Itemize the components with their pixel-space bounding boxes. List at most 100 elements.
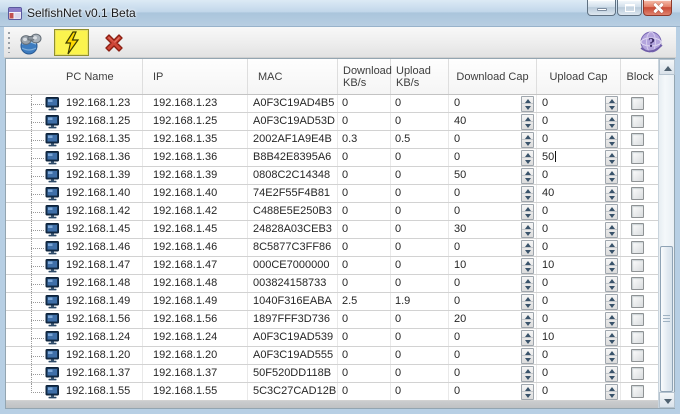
spinner-down-button[interactable] [522,176,533,183]
table-row[interactable]: 192.168.1.47 192.168.1.47 000CE7000000 0… [6,257,659,275]
column-header-download-cap[interactable]: Download Cap [449,59,537,94]
spinner-up-button[interactable] [606,259,617,267]
column-header-ip[interactable]: IP [143,59,248,94]
spinner-up-button[interactable] [606,205,617,213]
spinner-down-button[interactable] [606,158,617,165]
spinner-down-button[interactable] [522,248,533,255]
vertical-scrollbar[interactable] [658,59,674,408]
block-checkbox[interactable] [631,259,644,272]
block-checkbox[interactable] [631,223,644,236]
spinner-up-button[interactable] [606,313,617,321]
start-limiter-button[interactable] [54,29,89,56]
download-cap-input[interactable]: 0 [449,149,521,166]
spinner-up-button[interactable] [606,223,617,231]
spinner-up-button[interactable] [522,187,533,195]
download-cap-input[interactable]: 0 [449,365,521,382]
spinner-up-button[interactable] [522,151,533,159]
download-cap-input[interactable]: 40 [449,113,521,130]
table-row[interactable]: 192.168.1.45 192.168.1.45 24828A03CEB3 0… [6,221,659,239]
table-row[interactable]: 192.168.1.40 192.168.1.40 74E2F55F4B81 0… [6,185,659,203]
spinner-up-button[interactable] [606,187,617,195]
spinner-up-button[interactable] [522,313,533,321]
table-row[interactable]: 192.168.1.39 192.168.1.39 0808C2C14348 0… [6,167,659,185]
block-checkbox[interactable] [631,385,644,398]
block-checkbox[interactable] [631,295,644,308]
download-cap-input[interactable]: 0 [449,347,521,364]
scan-network-button[interactable] [13,29,48,56]
block-checkbox[interactable] [631,241,644,254]
upload-cap-input[interactable]: 0 [537,275,605,292]
table-row[interactable]: 192.168.1.37 192.168.1.37 50F520DD118B 0… [6,365,659,383]
block-checkbox[interactable] [631,277,644,290]
column-header-download-kbs[interactable]: Download KB/s [338,59,391,94]
table-row[interactable]: 192.168.1.35 192.168.1.35 2002AF1A9E4B 0… [6,131,659,149]
upload-cap-input[interactable]: 0 [537,221,605,238]
table-row[interactable]: 192.168.1.36 192.168.1.36 B8B42E8395A6 0… [6,149,659,167]
spinner-up-button[interactable] [606,277,617,285]
spinner-down-button[interactable] [522,374,533,381]
spinner-up-button[interactable] [606,169,617,177]
block-checkbox[interactable] [631,205,644,218]
download-cap-input[interactable]: 0 [449,293,521,310]
table-row[interactable]: 192.168.1.49 192.168.1.49 1040F316EABA 2… [6,293,659,311]
maximize-button[interactable] [617,0,642,16]
spinner-up-button[interactable] [522,133,533,141]
upload-cap-input[interactable]: 0 [537,95,605,112]
spinner-down-button[interactable] [606,248,617,255]
upload-cap-input[interactable]: 0 [537,239,605,256]
block-checkbox[interactable] [631,331,644,344]
spinner-down-button[interactable] [606,320,617,327]
block-checkbox[interactable] [631,151,644,164]
block-checkbox[interactable] [631,313,644,326]
download-cap-input[interactable]: 0 [449,185,521,202]
table-row[interactable]: 192.168.1.42 192.168.1.42 C488E5E250B3 0… [6,203,659,221]
spinner-down-button[interactable] [606,374,617,381]
download-cap-input[interactable]: 0 [449,203,521,220]
spinner-down-button[interactable] [522,392,533,399]
spinner-down-button[interactable] [606,140,617,147]
block-checkbox[interactable] [631,169,644,182]
download-cap-input[interactable]: 0 [449,95,521,112]
column-header-upload-kbs[interactable]: Upload KB/s [391,59,449,94]
column-header-upload-cap[interactable]: Upload Cap [537,59,621,94]
download-cap-input[interactable]: 10 [449,257,521,274]
spinner-down-button[interactable] [522,266,533,273]
spinner-up-button[interactable] [522,385,533,393]
title-bar[interactable]: SelfishNet v0.1 Beta [0,0,680,27]
spinner-up-button[interactable] [522,205,533,213]
scroll-up-button[interactable] [659,59,675,75]
spinner-up-button[interactable] [522,367,533,375]
spinner-down-button[interactable] [522,356,533,363]
spinner-up-button[interactable] [522,223,533,231]
upload-cap-input[interactable]: 10 [537,257,605,274]
upload-cap-input[interactable]: 0 [537,131,605,148]
spinner-up-button[interactable] [522,331,533,339]
block-checkbox[interactable] [631,349,644,362]
spinner-down-button[interactable] [606,104,617,111]
spinner-up-button[interactable] [606,97,617,105]
table-row[interactable]: 192.168.1.20 192.168.1.20 A0F3C19AD555 0… [6,347,659,365]
spinner-up-button[interactable] [522,169,533,177]
column-header-pc-name[interactable]: PC Name [6,59,143,94]
column-header-block[interactable]: Block [621,59,659,94]
spinner-up-button[interactable] [522,277,533,285]
upload-cap-input[interactable]: 0 [537,203,605,220]
table-row[interactable]: 192.168.1.55 192.168.1.55 5C3C27CAD12B 0… [6,383,659,401]
spinner-up-button[interactable] [606,151,617,159]
table-row[interactable]: 192.168.1.56 192.168.1.56 1897FFF3D736 0… [6,311,659,329]
upload-cap-input[interactable]: 0 [537,347,605,364]
spinner-down-button[interactable] [606,302,617,309]
spinner-up-button[interactable] [522,295,533,303]
table-row[interactable]: 192.168.1.24 192.168.1.24 A0F3C19AD539 0… [6,329,659,347]
spinner-up-button[interactable] [522,259,533,267]
upload-cap-input[interactable]: 0 [537,311,605,328]
spinner-down-button[interactable] [606,266,617,273]
stop-button[interactable] [96,29,131,56]
upload-cap-input[interactable]: 0 [537,383,605,400]
upload-cap-input[interactable]: 40 [537,185,605,202]
spinner-down-button[interactable] [522,104,533,111]
spinner-up-button[interactable] [606,241,617,249]
minimize-button[interactable] [587,0,616,16]
spinner-up-button[interactable] [606,133,617,141]
spinner-down-button[interactable] [606,338,617,345]
